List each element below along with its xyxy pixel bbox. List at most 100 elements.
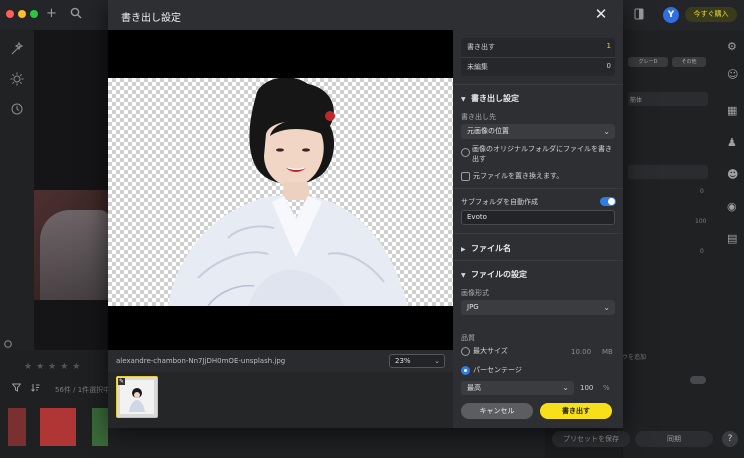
face-icon[interactable]: ☺ [727, 68, 738, 81]
divider [453, 84, 623, 85]
unedited-count-label: 未編集 [467, 63, 488, 71]
thumbnail-image [120, 380, 154, 414]
panel-value: 0 [700, 188, 704, 195]
format-select[interactable]: JPG ⌄ [461, 300, 615, 315]
rating-stars[interactable]: ★★★★★ [24, 362, 84, 372]
destination-select[interactable]: 元画像の位置 ⌄ [461, 124, 615, 139]
info-icon[interactable] [4, 340, 12, 350]
transparency-background [108, 78, 453, 306]
close-icon[interactable]: ✕ [594, 6, 608, 22]
zoom-value: 23% [395, 357, 411, 365]
avatar[interactable]: Y [663, 7, 679, 23]
unedited-count-row: 未編集 0 [467, 62, 611, 76]
film-thumb[interactable] [92, 408, 108, 446]
subfolder-toggle[interactable] [600, 197, 616, 206]
person-icon[interactable]: ☻ [727, 168, 738, 181]
window-zoom-button[interactable] [30, 10, 38, 18]
chevron-down-icon: ⌄ [603, 127, 610, 136]
export-count-label: 書き出す [467, 43, 495, 51]
quality-unit: % [603, 384, 610, 392]
max-size-label: 最大サイズ [473, 347, 508, 355]
quality-preset-select[interactable]: 最高 ⌄ [461, 381, 574, 395]
search-icon[interactable] [70, 7, 82, 23]
filter-icon[interactable] [11, 383, 22, 395]
max-size-unit: MB [602, 348, 613, 356]
chevron-down-icon: ⌄ [603, 303, 610, 312]
panel-value: 0 [700, 248, 704, 255]
subfolder-name-value: Evoto [467, 213, 487, 221]
export-settings-section-header[interactable]: ▼ 書き出し設定 [461, 93, 519, 104]
destination-label: 書き出し先 [461, 113, 496, 121]
image-preview [108, 30, 453, 350]
plus-icon[interactable]: + [46, 7, 57, 21]
selection-count: 56件 / 1件選択中 [55, 386, 111, 394]
panel-tab[interactable]: グレーD [628, 57, 668, 67]
divider [453, 260, 623, 261]
panel-value: 100 [695, 218, 707, 225]
background-photo-figure [40, 210, 110, 300]
filename-bar: alexandre-chambon-Nn7JjDH0mOE-unsplash.j… [108, 350, 453, 372]
divider [453, 188, 623, 189]
export-thumbnail[interactable]: ✎ [116, 376, 158, 418]
zoom-select[interactable]: 23% ⌄ [389, 354, 445, 368]
thumbnail-strip: ✎ [108, 372, 453, 428]
export-button[interactable]: 書き出す [540, 403, 612, 419]
layers-icon[interactable]: ▤ [727, 232, 737, 245]
panel-toggle[interactable] [690, 376, 706, 384]
save-preset-button[interactable]: プリセットを保存 [552, 431, 630, 447]
camera-icon[interactable]: ◉ [727, 200, 737, 213]
format-label: 画像形式 [461, 289, 489, 297]
section-title: 書き出し設定 [471, 94, 519, 103]
percentage-label: パーセンテージ [473, 366, 522, 374]
film-thumb[interactable] [8, 408, 26, 446]
window-close-button[interactable] [6, 10, 14, 18]
buy-now-button[interactable]: 今すぐ購入 [685, 7, 737, 22]
magic-wand-icon[interactable] [10, 41, 24, 59]
shirt-icon[interactable]: ♟ [727, 136, 737, 149]
export-settings-dialog: 書き出し設定 ✕ alexandre-chambon-Nn7JjDH0mOE-u… [108, 0, 623, 428]
format-value: JPG [467, 303, 479, 311]
edit-badge-icon: ✎ [118, 378, 126, 385]
max-size-radio[interactable] [461, 347, 470, 356]
export-count-row: 書き出す 1 [467, 42, 611, 56]
settings-gear-icon[interactable]: ⚙ [727, 40, 737, 53]
export-count-box: 書き出す 1 未編集 0 [461, 38, 615, 76]
panel-toggle-icon[interactable] [634, 8, 644, 24]
grid-icon[interactable]: ▦ [727, 104, 737, 117]
chevron-down-icon: ⌄ [434, 357, 440, 365]
percentage-radio[interactable] [461, 366, 470, 375]
cutout-subject [168, 78, 408, 306]
divider [461, 57, 615, 58]
panel-row[interactable]: 筋体 [628, 92, 708, 106]
sync-button[interactable]: 同期 [635, 431, 713, 447]
section-title: ファイルの設定 [471, 270, 527, 279]
dialog-title: 書き出し設定 [121, 13, 181, 24]
triangle-right-icon: ▶ [461, 246, 466, 253]
thumbnail-figure [129, 388, 145, 412]
help-button[interactable]: ? [722, 431, 738, 447]
film-thumb[interactable] [40, 408, 76, 446]
section-title: ファイル名 [471, 244, 511, 253]
overwrite-checkbox[interactable] [461, 172, 470, 181]
sun-icon[interactable] [10, 72, 24, 89]
triangle-down-icon: ▼ [461, 96, 466, 103]
subfolder-name-input[interactable]: Evoto [461, 210, 615, 225]
export-settings-panel: 書き出す 1 未編集 0 ▼ 書き出し設定 書き出し先 元画像の位置 ⌄ 画像のオ… [453, 30, 623, 428]
destination-value: 元画像の位置 [467, 127, 509, 135]
window-minimize-button[interactable] [18, 10, 26, 18]
file-settings-section-header[interactable]: ▼ ファイルの設定 [461, 269, 527, 280]
export-count-value: 1 [606, 42, 611, 50]
quality-label: 品質 [461, 334, 475, 342]
original-folder-radio[interactable] [461, 148, 470, 157]
panel-row[interactable] [628, 165, 708, 179]
sort-icon[interactable] [31, 383, 40, 395]
triangle-down-icon: ▼ [461, 272, 466, 279]
unedited-count-value: 0 [606, 62, 611, 70]
quality-value[interactable]: 100 [580, 384, 593, 392]
file-name: alexandre-chambon-Nn7JjDH0mOE-unsplash.j… [116, 357, 286, 365]
max-size-value[interactable]: 10.00 [571, 348, 591, 356]
filename-section-header[interactable]: ▶ ファイル名 [461, 243, 511, 254]
history-icon[interactable] [10, 102, 24, 119]
panel-tab[interactable]: その他 [672, 57, 706, 67]
cancel-button[interactable]: キャンセル [461, 403, 533, 419]
